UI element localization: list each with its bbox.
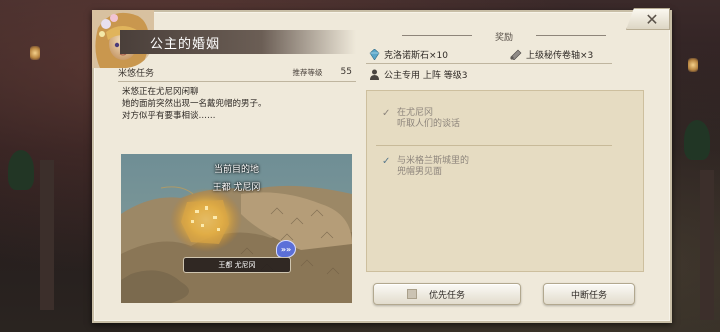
quest-title-bar: 公主的婚姻: [120, 30, 356, 54]
reward-item: 公主专用 上阵 等级3: [369, 68, 467, 81]
tree-decoration: [8, 150, 34, 190]
reward-label: 上级秘传卷轴×3: [526, 51, 594, 61]
priority-quest-label: 优先任务: [428, 290, 465, 301]
reward-label: 公主专用 上阵 等级3: [384, 71, 468, 81]
pillar-decoration: [700, 170, 714, 320]
abort-quest-button[interactable]: 中断任务: [543, 283, 635, 305]
map-navigate-icon[interactable]: »»: [276, 240, 296, 258]
pillar-decoration: [40, 160, 54, 310]
map-destination-name: 王都 尤尼冈: [212, 183, 261, 193]
reward-title: 奖励: [494, 33, 513, 43]
map-location-pin[interactable]: 王都 尤尼冈: [183, 257, 291, 273]
priority-quest-button[interactable]: 优先任务: [373, 283, 521, 305]
objective-text: 听取人们的谈话: [397, 119, 461, 129]
reward-label: 克洛诺斯石×10: [384, 51, 448, 61]
quest-description: 米悠正在尤尼冈闲聊 她的面前突然出现一名戴兜帽的男子。 对方似乎有要事相谈……: [122, 86, 352, 122]
quest-title: 公主的婚姻: [150, 36, 221, 52]
description-line: 她的面前突然出现一名戴兜帽的男子。: [122, 99, 267, 109]
divider: [376, 145, 612, 146]
recommended-level-label: 推荐等级: [292, 67, 323, 77]
objective-text: 在尤尼冈: [397, 108, 434, 118]
destination-map[interactable]: 当前目的地 王都 尤尼冈 »» 王都 尤尼冈: [121, 154, 352, 303]
checkbox-icon: [406, 289, 417, 299]
check-icon: ✓: [382, 108, 391, 119]
divider: [118, 81, 356, 82]
description-line: 米悠正在尤尼冈闲聊: [122, 87, 199, 97]
objective-item: ✓ 与米格兰斯城里的 兜帽男见面: [382, 156, 469, 178]
quest-type: 米悠任务: [118, 68, 155, 79]
lamp-decoration: [30, 46, 40, 60]
tree-decoration: [684, 120, 710, 160]
divider: [366, 63, 612, 64]
reward-item: 上级秘传卷轴×3: [509, 48, 593, 61]
map-destination-caption: 当前目的地: [213, 165, 259, 175]
reward-header: 奖励: [402, 30, 606, 43]
objective-text: 兜帽男见面: [397, 167, 443, 177]
objective-text: 与米格兰斯城里的: [397, 156, 470, 166]
description-line: 对方似乎有要事相谈……: [122, 111, 216, 121]
abort-quest-label: 中断任务: [570, 290, 607, 301]
scroll-icon: [509, 49, 522, 60]
objective-item: ✓ 在尤尼冈 听取人们的谈话: [382, 108, 460, 130]
quest-info-row: 米悠任务 推荐等级 55: [118, 64, 356, 80]
check-icon: ✓: [382, 156, 391, 167]
reward-item: 克洛诺斯石×10: [369, 48, 448, 61]
close-icon: ✕: [645, 9, 659, 29]
lamp-decoration: [688, 58, 698, 72]
crystal-icon: [369, 49, 380, 60]
person-icon: [369, 69, 380, 80]
recommended-level-value: 55: [340, 67, 352, 77]
